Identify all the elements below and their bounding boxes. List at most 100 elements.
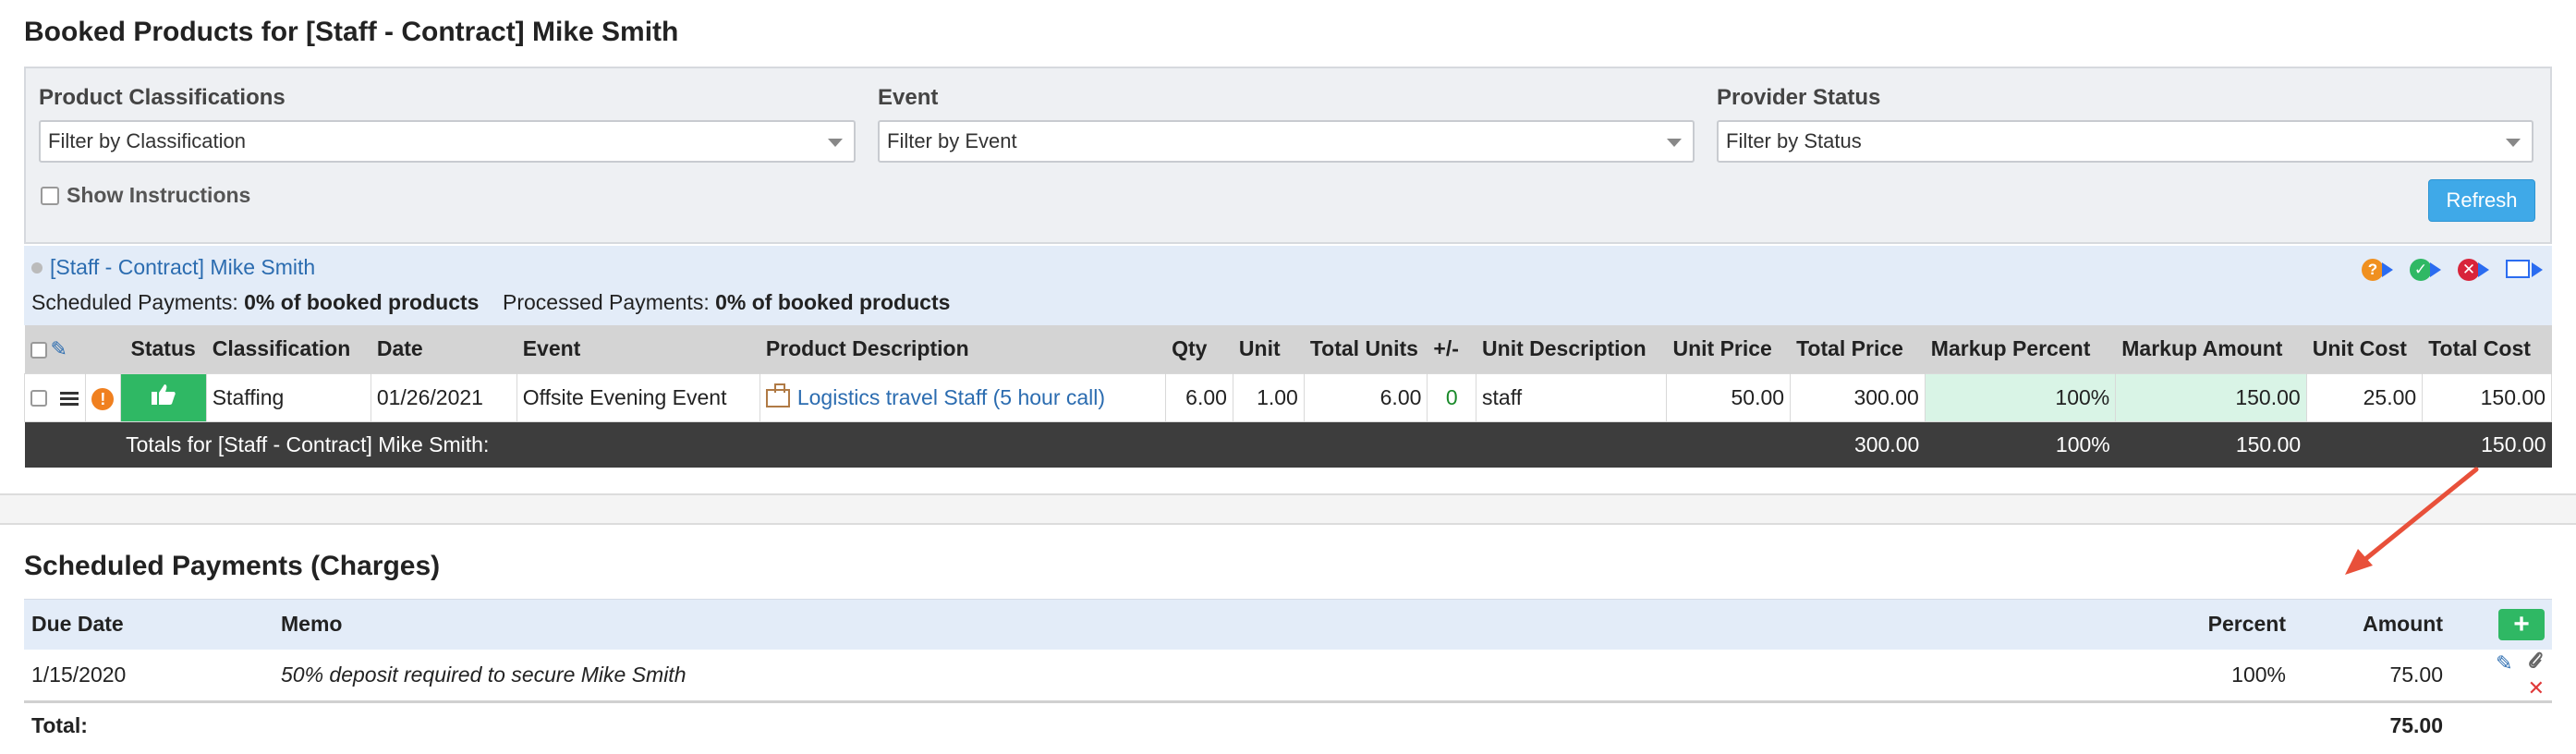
status-header: Status [120,325,207,373]
total-price-cell: 300.00 [1790,372,1926,422]
classification-cell: Staffing [205,372,371,422]
unit-price-cell: 50.00 [1666,372,1792,422]
select-all-header: ✎ [24,325,87,373]
payments-summary: Scheduled Payments: 0% of booked product… [31,290,950,315]
total-cost-cell: 150.00 [2422,372,2552,422]
product-description-cell: Logistics travel Staff (5 hour call) [759,372,1167,422]
refresh-button[interactable]: Refresh [2428,179,2535,222]
unit-cost-cell: 25.00 [2305,372,2424,422]
status-filter-group: Provider Status Filter by Status [1717,85,2533,163]
memo-cell: 50% deposit required to secure Mike Smit… [273,649,2108,702]
processed-payments-value: 0% of booked products [715,290,951,314]
chevron-down-icon [828,139,843,147]
check-forward-icon[interactable]: ✓ [2410,257,2445,283]
percent-header: Percent [2108,599,2293,650]
provider-panel: [Staff - Contract] Mike Smith Scheduled … [24,246,2552,325]
product-description-header: Product Description [759,325,1167,373]
pencil-icon[interactable]: ✎ [2496,651,2512,675]
product-link[interactable]: Logistics travel Staff (5 hour call) [797,385,1105,409]
table-row: ! Staffing 01/26/2021 Offsite Evening Ev… [23,372,2552,422]
status-thumbs-up-cell[interactable] [119,372,207,422]
markup-amount-header: Markup Amount [2115,325,2307,373]
booked-products-table: ✎ Status Classification Date Event Produ… [23,325,2552,468]
show-instructions-toggle[interactable]: Show Instructions [41,183,250,208]
due-date-cell: 1/15/2020 [24,649,273,702]
date-cell: 01/26/2021 [370,372,517,422]
menu-header [85,325,121,373]
row-checkbox[interactable] [30,390,47,407]
show-instructions-label: Show Instructions [67,183,251,207]
total-units-header: Total Units [1304,325,1428,373]
status-dot-icon [31,261,43,274]
scheduled-header-row: Due Date Memo Percent Amount + [24,599,2552,650]
section-divider [0,493,2576,525]
email-forward-icon[interactable] [2506,257,2543,283]
total-units-cell: 6.00 [1303,372,1428,422]
row-select-cell [23,372,87,422]
qty-header: Qty [1165,325,1233,373]
add-cell: + [2450,599,2552,650]
cancel-forward-icon[interactable]: ✕ [2458,257,2493,283]
booked-table-header-row: ✎ Status Classification Date Event Produ… [24,325,2552,373]
warning-cell: ! [85,372,121,422]
due-date-header: Due Date [24,599,273,650]
totals-markup-amount: 150.00 [2115,421,2307,468]
unit-price-header: Unit Price [1666,325,1792,373]
totals-markup-percent: 100% [1925,421,2116,468]
event-header: Event [516,325,760,373]
provider-actions: ? ✓ ✕ [2362,257,2543,283]
plus-minus-cell: 0 [1427,372,1477,422]
add-payment-button[interactable]: + [2498,608,2545,640]
chevron-down-icon [1667,139,1682,147]
event-select[interactable]: Filter by Event [878,120,1695,163]
processed-payments-label: Processed Payments: [503,290,710,314]
unit-description-cell: staff [1476,372,1668,422]
provider-header: [Staff - Contract] Mike Smith [31,255,315,280]
event-select-value: Filter by Event [887,129,1017,152]
classification-filter-label: Product Classifications [39,85,286,110]
question-forward-icon[interactable]: ? [2362,257,2397,283]
thumbs-up-icon [151,384,176,405]
classification-header: Classification [206,325,371,373]
classification-filter-group: Product Classifications Filter by Classi… [39,85,856,163]
status-filter-label: Provider Status [1717,85,1881,110]
pencil-icon[interactable]: ✎ [51,337,67,360]
scheduled-payments-value: 0% of booked products [244,290,480,314]
package-icon [765,383,790,408]
show-instructions-checkbox[interactable] [41,186,59,205]
markup-percent-cell[interactable]: 100% [1924,372,2117,422]
filter-panel: Product Classifications Filter by Classi… [24,67,2552,244]
scheduled-payments-title: Scheduled Payments (Charges) [24,551,441,581]
select-all-checkbox[interactable] [30,342,47,359]
totals-total-cost: 150.00 [2422,421,2552,468]
qty-cell: 6.00 [1165,372,1233,422]
total-price-header: Total Price [1790,325,1926,373]
markup-percent-header: Markup Percent [1925,325,2117,373]
provider-name-link[interactable]: [Staff - Contract] Mike Smith [50,255,315,280]
amount-header: Amount [2293,599,2450,650]
hamburger-icon[interactable] [60,389,79,408]
status-select[interactable]: Filter by Status [1717,120,2533,163]
event-filter-label: Event [878,85,939,110]
chevron-down-icon [2506,139,2521,147]
scheduled-total-label: Total: [24,699,273,749]
unit-cost-header: Unit Cost [2306,325,2424,373]
totals-label: Totals for [Staff - Contract] Mike Smith… [120,421,1791,468]
scheduled-total-row: Total: 75.00 [24,699,2552,749]
scheduled-payments-label: Scheduled Payments: [31,290,238,314]
warning-icon[interactable]: ! [91,387,115,410]
total-cost-header: Total Cost [2422,325,2552,373]
event-cell: Offsite Evening Event [516,372,760,422]
table-row: 1/15/2020 50% deposit required to secure… [24,649,2552,702]
row-actions-cell: ✎ ✕ [2450,649,2552,702]
classification-select[interactable]: Filter by Classification [39,120,856,163]
classification-select-value: Filter by Classification [48,129,246,152]
unit-header: Unit [1233,325,1305,373]
markup-amount-cell[interactable]: 150.00 [2115,372,2307,422]
paperclip-icon[interactable] [2528,650,2545,675]
delete-icon[interactable]: ✕ [2528,676,2545,700]
percent-cell: 100% [2108,649,2293,702]
date-header: Date [371,325,517,373]
scheduled-payments-table: Due Date Memo Percent Amount + 1/15/2020… [24,599,2552,749]
unit-cell: 1.00 [1232,372,1305,422]
